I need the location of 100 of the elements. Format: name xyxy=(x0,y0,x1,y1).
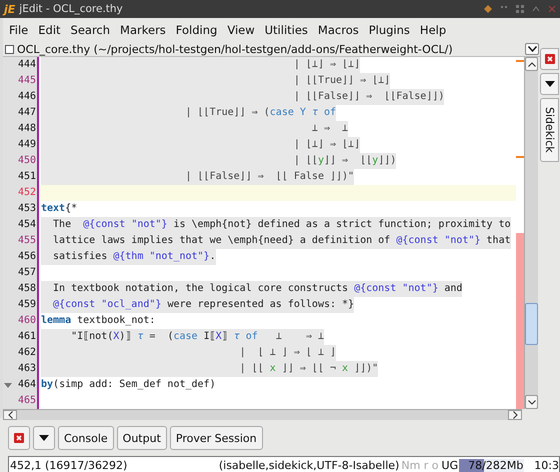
code-token: x xyxy=(342,363,348,374)
code-token: @{const "not"} xyxy=(354,283,438,294)
code-token: {* xyxy=(65,203,78,214)
line-number: 452 xyxy=(16,186,36,200)
code-token: In textbook notation, the logical core constructs xyxy=(52,283,350,294)
window-control-icon[interactable] xyxy=(484,5,492,13)
chevron-up-icon xyxy=(528,62,536,66)
code-token: (simp add: Sem_def not_def) xyxy=(53,379,216,390)
panel-menu-button[interactable] xyxy=(33,426,55,450)
line-number: 460 xyxy=(16,314,36,328)
code-token: = ( xyxy=(148,331,174,342)
buffer-status-icon xyxy=(5,44,14,54)
scroll-down-button[interactable] xyxy=(525,395,538,409)
vertical-scrollbar[interactable] xyxy=(524,57,538,409)
line-number: 450 xyxy=(16,154,36,168)
close-dock-button[interactable] xyxy=(540,48,559,70)
code-token: case Y xyxy=(270,107,307,118)
code-token: y xyxy=(318,155,324,166)
code-token: X xyxy=(113,331,120,342)
buffer-dropdown-button[interactable] xyxy=(525,43,539,55)
chevron-up-icon[interactable] xyxy=(532,5,540,13)
code-token: satisfies xyxy=(52,251,108,262)
panel-tab-button[interactable]: Output xyxy=(116,426,167,450)
panel-tab-button[interactable]: Prover Session xyxy=(170,426,263,450)
close-panel-button[interactable] xyxy=(8,426,30,450)
code-token: by xyxy=(41,379,54,390)
line-number: 446 xyxy=(16,90,36,104)
clock: 10:3 xyxy=(534,459,559,472)
line-number: 465 xyxy=(16,394,36,408)
menu-item[interactable]: Utilities xyxy=(264,23,308,37)
buffer-mode: (isabelle,sidekick,UTF-8-Isabelle) xyxy=(218,459,400,472)
menu-item[interactable]: Folding xyxy=(176,23,218,37)
menu-item[interactable]: Markers xyxy=(120,23,166,37)
code-token: and xyxy=(443,283,462,294)
buffer-flags: Nm r o xyxy=(401,459,439,472)
line-number: 451 xyxy=(16,170,36,184)
buffer-path: OCL_core.thy (~/projects/hol-testgen/hol-testgen/add-ons/Featherweight-OCL/) xyxy=(17,42,454,56)
code-token: | ⌊⌊True⌋⌋ ⇒ ⌊⊥⌋ xyxy=(292,75,390,86)
code-token: The xyxy=(52,219,72,230)
line-number: 455 xyxy=(16,234,36,248)
sidekick-tab[interactable]: Sidekick xyxy=(540,98,559,162)
menu-item[interactable]: Macros xyxy=(318,23,359,37)
chevron-down-icon xyxy=(528,400,536,404)
code-token: τ xyxy=(137,331,144,342)
code-token: ⟧ xyxy=(222,331,229,342)
menu-item[interactable]: Edit xyxy=(38,23,61,37)
chevron-right-icon xyxy=(512,411,518,419)
line-number: 453 xyxy=(16,202,36,216)
code-token: | ⌊⌊ xyxy=(238,363,265,374)
memory-usage: 78/282Mb xyxy=(468,459,524,472)
caret-icon xyxy=(39,435,49,441)
dock-menu-button[interactable] xyxy=(540,73,559,95)
line-number: 464 xyxy=(3,377,36,393)
menu-item[interactable]: Help xyxy=(420,23,446,37)
code-token: lattice laws implies that we \emph{need} a definition of xyxy=(52,235,392,246)
code-token: I⟦ xyxy=(202,331,216,342)
menu-item[interactable]: File xyxy=(9,23,28,37)
line-number: 456 xyxy=(16,250,36,264)
code-token: textbook_not: xyxy=(76,315,156,326)
code-token: | ⌊⌊False⌋⌋ ⇒ ⌊⌊False⌋⌋) xyxy=(292,91,444,102)
code-token: )⟧ xyxy=(119,331,132,342)
menu-item[interactable]: View xyxy=(227,23,255,37)
line-number: 462 xyxy=(16,346,36,360)
caret-position: 452,1 (16917/36292) xyxy=(10,459,128,472)
scroll-right-button[interactable] xyxy=(508,410,522,420)
code-token: X xyxy=(216,331,222,342)
horizontal-scrollbar[interactable] xyxy=(3,409,522,420)
code-token: @{thm "not_not"} xyxy=(113,251,210,262)
line-number: 454 xyxy=(16,218,36,232)
code-token: ⊥ ⇒ ⊥ xyxy=(274,331,324,342)
code-token: ⌋⌋ ⇒ ⌊⌊ ¬ xyxy=(280,363,338,374)
close-icon xyxy=(14,433,24,443)
code-token: is \emph{not} defined as a strict function; proximity to xyxy=(172,219,511,230)
code-token: . xyxy=(210,251,216,262)
scroll-thumb[interactable] xyxy=(525,303,538,345)
panel-tab-button[interactable]: Console xyxy=(58,426,114,450)
line-number: 461 xyxy=(16,330,36,344)
menu-item[interactable]: Plugins xyxy=(368,23,410,37)
line-number: 447 xyxy=(16,106,36,120)
code-token: ⊥ ⇒ ⊥ xyxy=(310,123,348,134)
code-token: x xyxy=(270,363,276,374)
caret-icon xyxy=(528,46,536,52)
scroll-up-button[interactable] xyxy=(525,57,538,71)
close-icon xyxy=(544,54,554,64)
code-token: ⌋⌋ ⇒ ⌊⌊ xyxy=(324,155,372,166)
line-number: 448 xyxy=(16,122,36,136)
line-number: 445 xyxy=(16,74,36,88)
line-number: 444 xyxy=(16,58,36,72)
code-token: | ⌊ ⊥ ⌋ ⇒ ⌊ ⊥ ⌋ xyxy=(238,347,336,358)
menu-item[interactable]: Search xyxy=(70,23,110,37)
code-token: lemma xyxy=(41,315,72,326)
code-token: were represented as follows: *} xyxy=(166,299,354,310)
scroll-left-button[interactable] xyxy=(3,410,17,420)
app-logo: jE xyxy=(4,2,16,16)
line-number: 458 xyxy=(16,282,36,296)
line-number: 463 xyxy=(16,362,36,376)
maximize-icon[interactable] xyxy=(516,5,524,13)
code-token: @{const "not"} xyxy=(83,219,168,230)
code-token: "I⟦not( xyxy=(70,331,114,342)
code-token: of xyxy=(244,331,258,342)
